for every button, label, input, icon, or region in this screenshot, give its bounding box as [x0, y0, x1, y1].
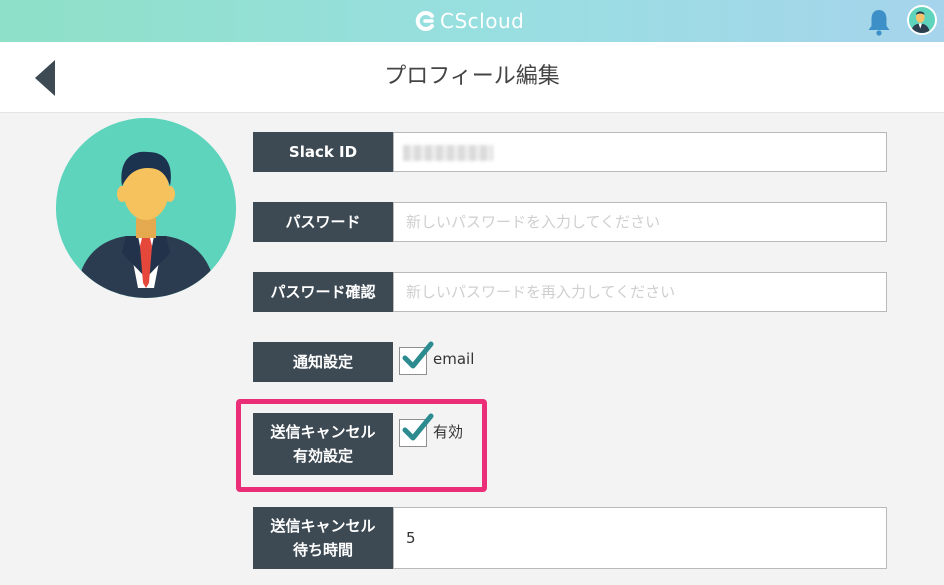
password-confirm-label-text: パスワード確認: [270, 283, 376, 301]
send-cancel-label: 送信キャンセル 有効設定: [253, 413, 393, 475]
page-title: プロフィール編集: [384, 64, 560, 89]
top-bar: CScloud: [0, 0, 944, 42]
cscloud-logo-icon: [415, 11, 434, 31]
notification-label-text: 通知設定: [292, 353, 353, 371]
notification-label: 通知設定: [253, 342, 393, 382]
checkmark-icon: [402, 341, 434, 369]
password-input[interactable]: [393, 202, 887, 242]
send-cancel-label-line1: 送信キャンセル: [270, 423, 376, 441]
slack-id-blurred-value: [403, 145, 493, 161]
password-label-text: パスワード: [285, 213, 361, 231]
slack-id-label-text: Slack ID: [288, 143, 358, 161]
bell-icon[interactable]: [864, 7, 894, 37]
cancel-wait-label-line1: 送信キャンセル: [270, 517, 376, 535]
email-checkbox[interactable]: [399, 341, 434, 375]
password-confirm-input[interactable]: [393, 272, 887, 312]
send-cancel-label-line2: 有効設定: [292, 447, 353, 465]
password-label: パスワード: [253, 202, 393, 242]
slack-id-label: Slack ID: [253, 132, 393, 172]
send-cancel-checkbox[interactable]: [399, 413, 434, 447]
businessman-avatar-icon: [56, 118, 236, 298]
send-cancel-checkbox-label[interactable]: 有効: [433, 421, 463, 442]
cancel-wait-label: 送信キャンセル 待ち時間: [253, 507, 393, 569]
page-header: プロフィール編集: [0, 42, 944, 113]
user-avatar-icon[interactable]: [907, 5, 937, 35]
logo-text: CScloud: [440, 9, 525, 33]
app-logo: CScloud: [414, 9, 524, 33]
cancel-wait-input[interactable]: [393, 507, 887, 569]
email-checkbox-label[interactable]: email: [433, 350, 474, 368]
checkmark-icon: [402, 413, 434, 441]
cancel-wait-label-line2: 待ち時間: [292, 541, 353, 559]
password-confirm-label: パスワード確認: [253, 272, 393, 312]
profile-avatar[interactable]: [56, 118, 236, 298]
